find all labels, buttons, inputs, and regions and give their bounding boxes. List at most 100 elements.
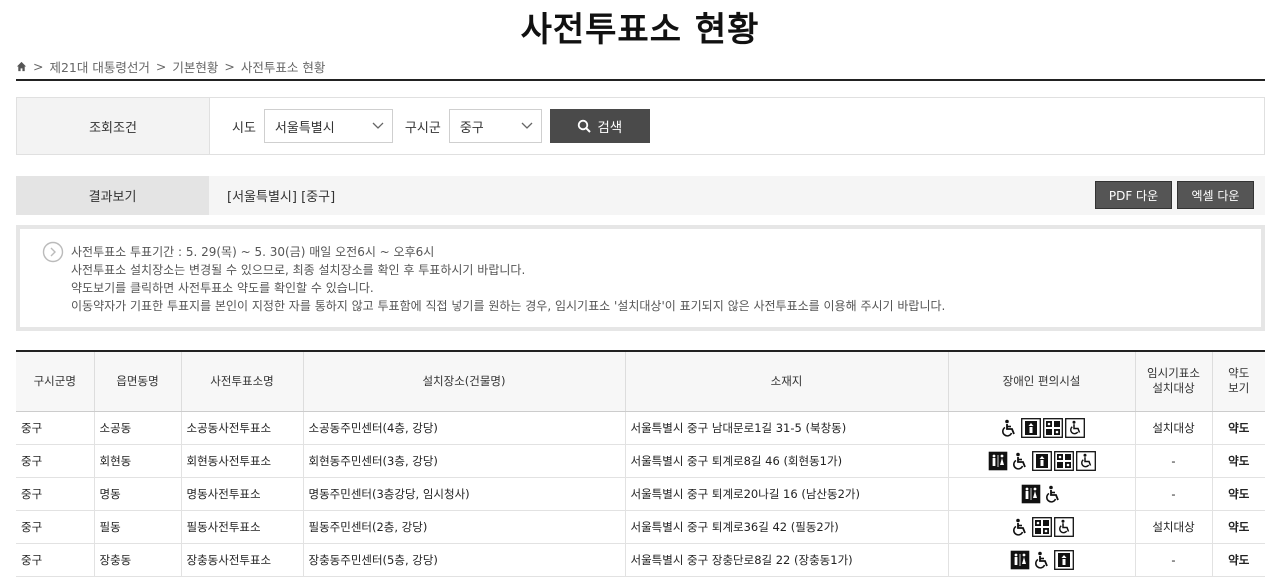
- gu-label: 구시군: [404, 120, 441, 136]
- cell-place: 회현동주민센터(3층, 강당): [303, 444, 626, 478]
- pdf-download-button[interactable]: PDF 다운: [1095, 181, 1172, 209]
- cell-station: 필동사전투표소: [181, 510, 304, 544]
- wheelchair-toilet-icon: [1075, 450, 1096, 471]
- map-link[interactable]: 약도: [1212, 411, 1265, 445]
- cell-place: 소공동주민센터(4층, 강당): [303, 411, 626, 445]
- search-panel: 조회조건 시도 서울특별시 구시군 중구 검색: [16, 97, 1265, 155]
- col-header-booth: 임시기표소 설치대상: [1135, 351, 1213, 412]
- cell-place: 필동주민센터(2층, 강당): [303, 510, 626, 544]
- notice-line: 사전투표소 투표기간 : 5. 29(목) ~ 5. 30(금) 매일 오전6시…: [71, 245, 435, 259]
- wheelchair-icon: [1010, 451, 1030, 471]
- cell-place: 장충동주민센터(5층, 강당): [303, 543, 626, 577]
- cell-gu: 중구: [16, 444, 95, 478]
- table-row: 중구 명동 명동사전투표소 명동주민센터(3층강당, 임시청사) 서울특별시 중구 퇴계…: [16, 477, 1265, 511]
- col-header-map: 약도 보기: [1212, 351, 1265, 412]
- result-bar: 결과보기 [서울특별시] [중구] PDF 다운 엑셀 다운: [16, 176, 1265, 215]
- cell-dong: 회현동: [94, 444, 182, 478]
- search-button-label: 검색: [597, 120, 623, 136]
- breadcrumb-item-early-voting[interactable]: 사전투표소 현황: [241, 57, 325, 76]
- sido-select-value: 서울특별시: [274, 120, 335, 136]
- col-header-dong: 읍면동명: [94, 351, 182, 412]
- polling-station-table: 구시군명 읍면동명 사전투표소명 설치장소(건물명) 소재지 장애인 편의시설 …: [16, 350, 1265, 577]
- map-link[interactable]: 약도: [1212, 543, 1265, 577]
- cell-dong: 필동: [94, 510, 182, 544]
- map-link[interactable]: 약도: [1212, 510, 1265, 544]
- breadcrumb-separator: >: [33, 59, 44, 74]
- chevron-right-circle-icon: [42, 241, 64, 263]
- cell-facilities: [948, 477, 1136, 511]
- braille-icon: [1031, 516, 1052, 537]
- cell-facilities: [948, 444, 1136, 478]
- notice-line: 약도보기를 클릭하면 사전투표소 약도를 확인할 수 있습니다.: [71, 281, 374, 295]
- restroom-icon: [1021, 484, 1041, 504]
- page-title: 사전투표소 현황: [520, 10, 760, 50]
- excel-download-button[interactable]: 엑셀 다운: [1177, 181, 1254, 209]
- cell-booth: 설치대상: [1135, 411, 1213, 445]
- search-section-label: 조회조건: [17, 98, 210, 154]
- cell-dong: 장충동: [94, 543, 182, 577]
- cell-place: 명동주민센터(3층강당, 임시청사): [303, 477, 626, 511]
- col-header-address: 소재지: [625, 351, 949, 412]
- gu-select-value: 중구: [459, 120, 484, 136]
- cell-station: 회현동사전투표소: [181, 444, 304, 478]
- breadcrumb-separator: >: [224, 59, 235, 74]
- wheelchair-icon: [999, 418, 1019, 438]
- wheelchair-icon: [1010, 517, 1030, 537]
- cell-booth: 설치대상: [1135, 510, 1213, 544]
- cell-dong: 명동: [94, 477, 182, 511]
- cell-station: 소공동사전투표소: [181, 411, 304, 445]
- table-row: 중구 필동 필동사전투표소 필동주민센터(2층, 강당) 서울특별시 중구 퇴계로36길…: [16, 510, 1265, 544]
- cell-address: 서울특별시 중구 남대문로1길 31-5 (북창동): [625, 411, 949, 445]
- table-header-row: 구시군명 읍면동명 사전투표소명 설치장소(건물명) 소재지 장애인 편의시설 …: [16, 351, 1265, 412]
- col-header-place: 설치장소(건물명): [303, 351, 626, 412]
- search-icon: [578, 119, 592, 133]
- braille-icon: [1042, 417, 1063, 438]
- cell-facilities: [948, 510, 1136, 544]
- breadcrumb-item-basic-status[interactable]: 기본현황: [172, 57, 218, 76]
- cell-address: 서울특별시 중구 퇴계로20나길 16 (남산동2가): [625, 477, 949, 511]
- notice-line: 이동약자가 기표한 투표지를 본인이 지정한 자를 통하지 않고 투표함에 직접…: [71, 299, 946, 313]
- search-button[interactable]: 검색: [549, 109, 650, 143]
- notice-box: 사전투표소 투표기간 : 5. 29(목) ~ 5. 30(금) 매일 오전6시…: [16, 225, 1265, 331]
- breadcrumb-item-election[interactable]: 제21대 대통령선거: [49, 57, 149, 76]
- result-criteria: [서울특별시] [중구]: [227, 190, 336, 205]
- cell-facilities: [948, 411, 1136, 445]
- wheelchair-icon: [1032, 550, 1052, 570]
- cell-booth: -: [1135, 444, 1213, 478]
- cell-booth: -: [1135, 543, 1213, 577]
- map-link[interactable]: 약도: [1212, 444, 1265, 478]
- col-header-gu: 구시군명: [16, 351, 95, 412]
- gu-select[interactable]: 중구: [448, 109, 542, 143]
- col-header-facility: 장애인 편의시설: [948, 351, 1136, 412]
- map-link[interactable]: 약도: [1212, 477, 1265, 511]
- cell-gu: 중구: [16, 543, 95, 577]
- cell-booth: -: [1135, 477, 1213, 511]
- table-row: 중구 회현동 회현동사전투표소 회현동주민센터(3층, 강당) 서울특별시 중구 퇴계로…: [16, 444, 1265, 478]
- home-icon[interactable]: [16, 61, 27, 72]
- restroom-icon: [988, 451, 1008, 471]
- col-header-station: 사전투표소명: [181, 351, 304, 412]
- table-row: 중구 소공동 소공동사전투표소 소공동주민센터(4층, 강당) 서울특별시 중구 남대문…: [16, 411, 1265, 445]
- wheelchair-toilet-icon: [1064, 417, 1085, 438]
- chevron-down-icon: [372, 122, 384, 129]
- title-divider: [16, 79, 1265, 81]
- cell-dong: 소공동: [94, 411, 182, 445]
- cell-gu: 중구: [16, 510, 95, 544]
- col-header-booth-line1: 임시기표소: [1147, 366, 1200, 381]
- notice-line: 사전투표소 설치장소는 변경될 수 있으므로, 최종 설치장소를 확인 후 투표…: [71, 263, 526, 277]
- braille-icon: [1053, 450, 1074, 471]
- cell-address: 서울특별시 중구 장충단로8길 22 (장충동1가): [625, 543, 949, 577]
- col-header-map-line2: 보기: [1228, 381, 1250, 396]
- cell-gu: 중구: [16, 477, 95, 511]
- wheelchair-toilet-icon: [1053, 516, 1074, 537]
- col-header-map-line1: 약도: [1228, 366, 1250, 381]
- cell-facilities: [948, 543, 1136, 577]
- breadcrumb: > 제21대 대통령선거 > 기본현황 > 사전투표소 현황: [16, 57, 325, 76]
- cell-station: 장충동사전투표소: [181, 543, 304, 577]
- cell-station: 명동사전투표소: [181, 477, 304, 511]
- sido-select[interactable]: 서울특별시: [263, 109, 393, 143]
- elevator-icon: [1031, 450, 1052, 471]
- col-header-booth-line2: 설치대상: [1152, 381, 1195, 396]
- table-row: 중구 장충동 장충동사전투표소 장충동주민센터(5층, 강당) 서울특별시 중구 장충단…: [16, 543, 1265, 577]
- wheelchair-icon: [1043, 484, 1063, 504]
